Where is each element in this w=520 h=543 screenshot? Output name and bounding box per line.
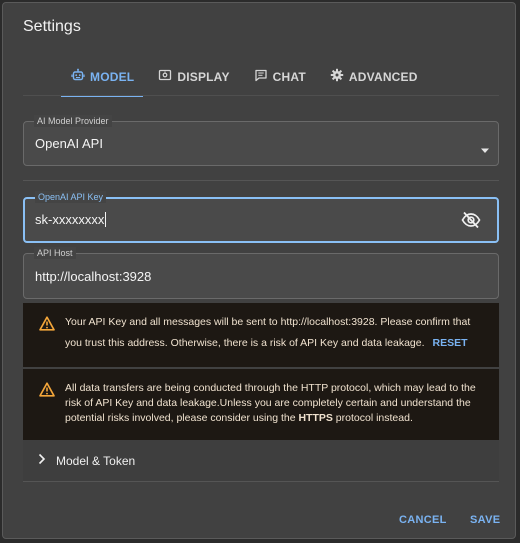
dropdown-arrow-icon xyxy=(480,141,490,159)
tab-chat[interactable]: CHAT xyxy=(244,63,316,90)
model-provider-label: AI Model Provider xyxy=(34,115,112,127)
https-emphasis: HTTPS xyxy=(298,412,333,424)
tab-advanced-label: ADVANCED xyxy=(348,69,418,84)
display-icon xyxy=(158,68,177,85)
http-warning-text-before: All data transfers are being conducted t… xyxy=(65,382,476,424)
model-provider-select[interactable]: AI Model Provider OpenAI API xyxy=(23,115,499,166)
api-key-input[interactable]: sk-xxxxxxxx xyxy=(35,212,107,227)
api-host-label: API Host xyxy=(34,247,76,259)
text-caret xyxy=(105,212,107,227)
api-key-value: sk-xxxxxxxx xyxy=(35,212,105,227)
chevron-right-icon xyxy=(38,452,46,470)
model-token-accordion[interactable]: Model & Token xyxy=(23,440,499,482)
settings-dialog: Settings MODEL DISPLAY CHAT ADVANCED AI … xyxy=(2,2,516,539)
api-key-label: OpenAI API Key xyxy=(35,191,107,203)
http-warning-text-after: protocol instead. xyxy=(332,412,413,424)
tab-advanced[interactable]: ADVANCED xyxy=(320,63,428,90)
gear-icon xyxy=(330,68,349,85)
tab-model-label: MODEL xyxy=(90,69,135,84)
api-key-field[interactable]: OpenAI API Key sk-xxxxxxxx xyxy=(23,191,499,243)
warning-icon xyxy=(39,316,55,339)
tab-display-label: DISPLAY xyxy=(177,69,230,84)
host-warning-text-block: Your API Key and all messages will be se… xyxy=(65,312,485,354)
save-button[interactable]: SAVE xyxy=(470,514,500,526)
settings-tabs: MODEL DISPLAY CHAT ADVANCED xyxy=(61,63,428,97)
host-warning-text: Your API Key and all messages will be se… xyxy=(65,316,471,349)
accordion-label: Model & Token xyxy=(56,453,136,468)
tab-model[interactable]: MODEL xyxy=(61,63,144,90)
tab-chat-label: CHAT xyxy=(272,69,306,84)
model-provider-value: OpenAI API xyxy=(35,136,103,151)
tabs-divider xyxy=(23,95,499,96)
api-host-value[interactable]: http://localhost:3928 xyxy=(35,269,151,284)
api-host-field[interactable]: API Host http://localhost:3928 xyxy=(23,247,499,299)
cancel-button[interactable]: CANCEL xyxy=(399,514,447,526)
host-warning-alert: Your API Key and all messages will be se… xyxy=(23,303,499,367)
tab-display[interactable]: DISPLAY xyxy=(148,63,239,90)
http-warning-text-block: All data transfers are being conducted t… xyxy=(65,381,485,426)
robot-icon xyxy=(71,68,90,85)
reset-button[interactable]: RESET xyxy=(433,337,468,349)
eye-off-icon[interactable] xyxy=(461,211,481,234)
http-warning-alert: All data transfers are being conducted t… xyxy=(23,369,499,440)
warning-icon xyxy=(39,382,55,405)
chat-icon xyxy=(254,68,273,85)
section-divider xyxy=(23,180,499,181)
dialog-title: Settings xyxy=(23,18,81,35)
